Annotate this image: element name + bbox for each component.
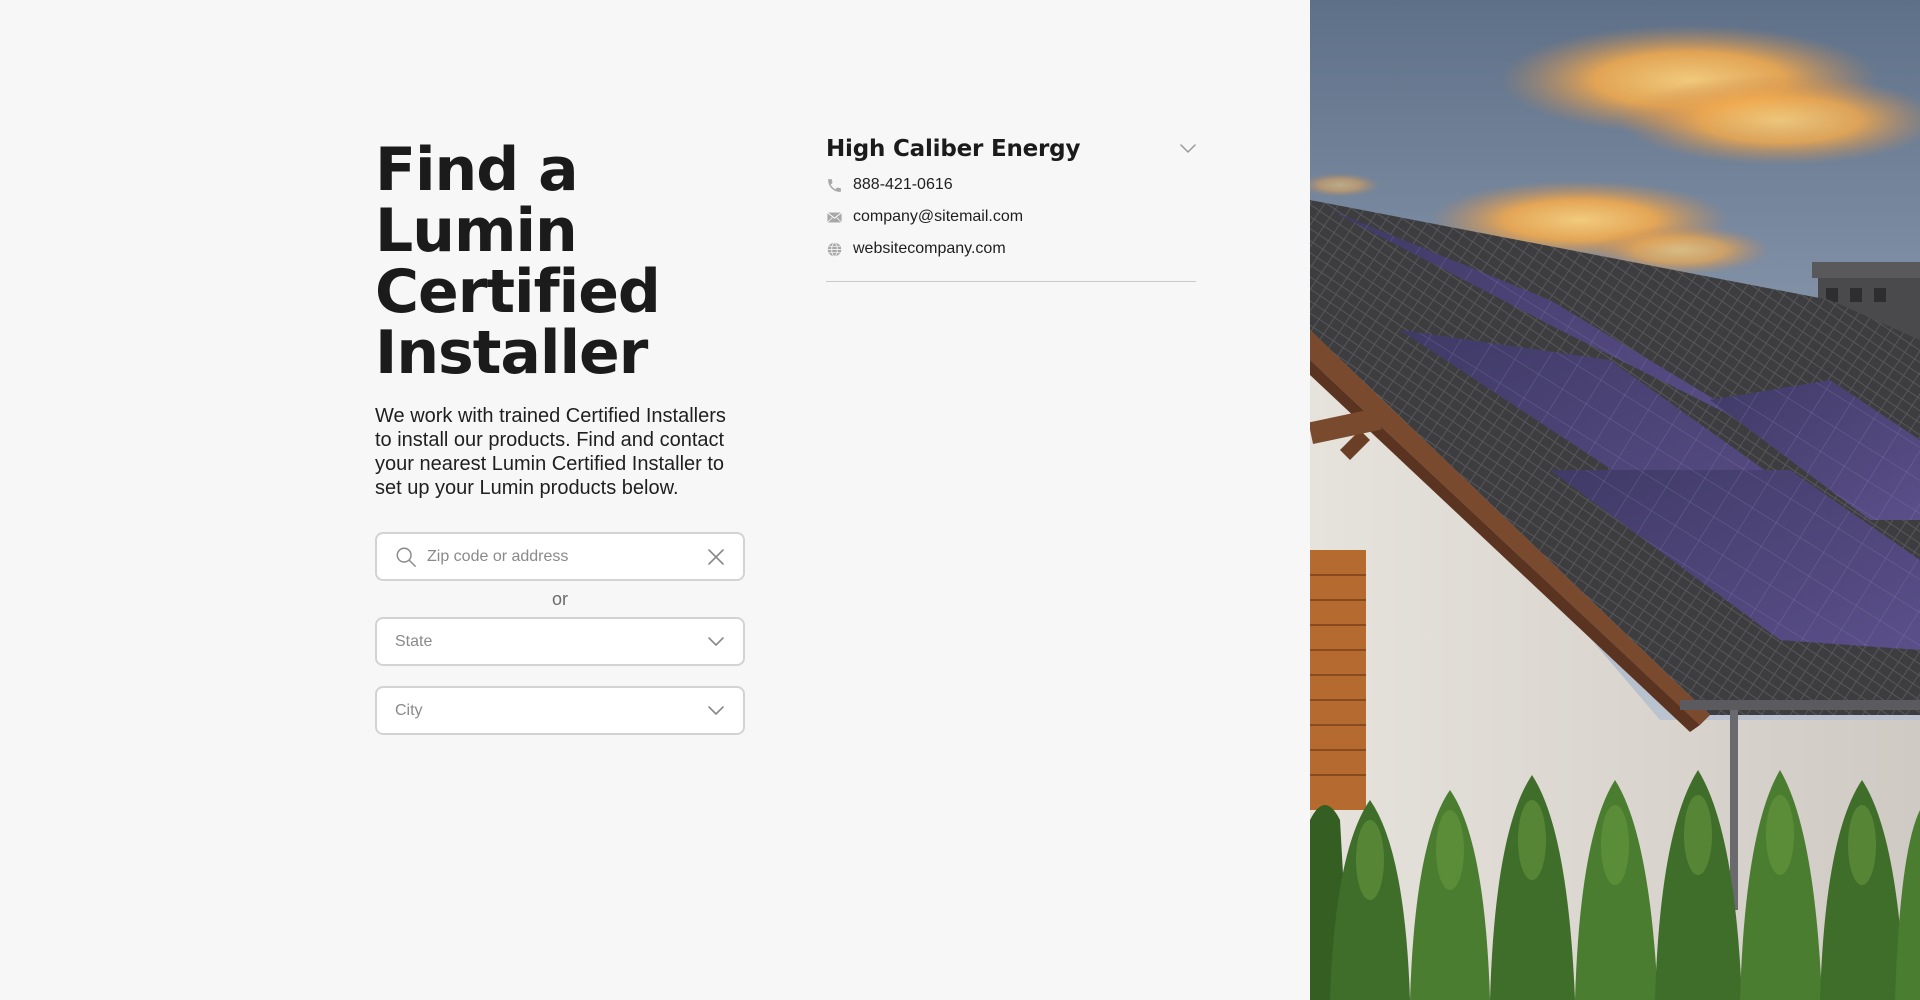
installer-phone-row: 888-421-0616 (826, 176, 1196, 194)
search-input[interactable] (427, 547, 707, 566)
installer-header[interactable]: High Caliber Energy (826, 136, 1196, 162)
close-icon[interactable] (707, 548, 725, 566)
chevron-down-icon (708, 705, 724, 715)
title-line-1: Find a Lumin (375, 135, 579, 266)
chevron-down-icon[interactable] (1180, 144, 1196, 154)
page: Find a Lumin Certified Installer We work… (0, 0, 1920, 1000)
installer-name: High Caliber Energy (826, 136, 1081, 162)
installer-phone-link[interactable]: 888-421-0616 (853, 176, 953, 194)
installer-website-link[interactable]: websitecompany.com (853, 240, 1006, 258)
installer-website-row: websitecompany.com (826, 240, 1196, 258)
house-solar-photo (1310, 0, 1920, 1000)
title-line-3: Installer (375, 318, 648, 388)
phone-icon (828, 178, 841, 192)
search-icon (396, 547, 416, 567)
installer-email-row: company@sitemail.com (826, 208, 1196, 226)
finder-panel: Find a Lumin Certified Installer We work… (375, 140, 745, 735)
or-separator: or (551, 589, 568, 609)
page-title: Find a Lumin Certified Installer (375, 140, 745, 384)
city-select[interactable]: City (375, 686, 745, 735)
state-select[interactable]: State (375, 617, 745, 666)
search-field (375, 532, 745, 581)
divider (826, 281, 1196, 282)
state-select-value: State (395, 632, 433, 650)
hero-image (1310, 0, 1920, 1000)
mail-icon (827, 211, 842, 223)
globe-icon (827, 241, 842, 257)
title-line-2: Certified (375, 257, 661, 327)
intro-text: We work with trained Certified Installer… (375, 405, 726, 499)
installer-card: High Caliber Energy 888-421-0616 company… (826, 136, 1196, 282)
city-select-value: City (395, 701, 423, 719)
chevron-down-icon (708, 636, 724, 646)
installer-email-link[interactable]: company@sitemail.com (853, 208, 1023, 226)
